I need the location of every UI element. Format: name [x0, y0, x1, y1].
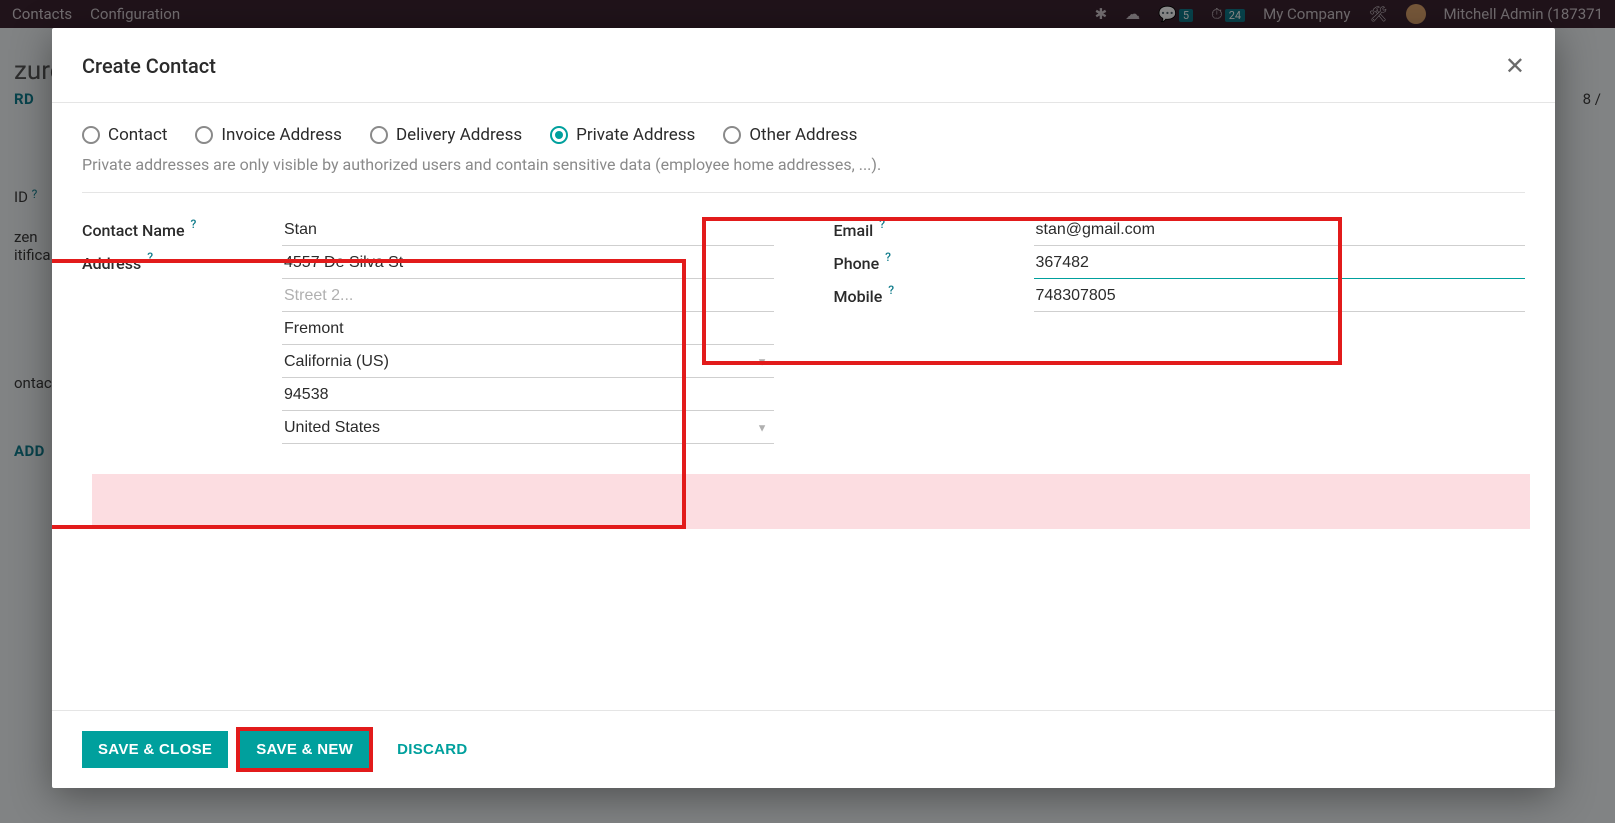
modal-footer: SAVE & CLOSE SAVE & NEW DISCARD [52, 710, 1555, 788]
help-icon[interactable]: ? [888, 283, 894, 297]
help-icon[interactable]: ? [191, 217, 197, 231]
street2-input[interactable] [282, 279, 774, 312]
help-icon[interactable]: ? [879, 217, 885, 231]
help-icon[interactable]: ? [885, 250, 891, 264]
pink-strip [92, 474, 1530, 529]
email-input[interactable] [1034, 213, 1526, 246]
left-column: Contact Name? Address? ▼ [82, 213, 774, 444]
create-contact-modal: Create Contact ✕ Contact Invoice Address… [52, 28, 1555, 788]
phone-input[interactable] [1034, 246, 1526, 279]
label-mobile: Mobile [834, 287, 883, 306]
street-input[interactable] [282, 246, 774, 279]
mobile-input[interactable] [1034, 279, 1526, 312]
state-select[interactable] [282, 345, 774, 378]
contact-name-input[interactable] [282, 213, 774, 246]
save-close-button[interactable]: SAVE & CLOSE [82, 731, 228, 768]
help-icon[interactable]: ? [147, 250, 153, 264]
radio-delivery-address[interactable]: Delivery Address [370, 125, 522, 145]
label-phone: Phone [834, 254, 880, 273]
divider [82, 192, 1525, 193]
modal-body: Contact Invoice Address Delivery Address… [52, 103, 1555, 710]
country-select[interactable] [282, 411, 774, 444]
radio-invoice-address[interactable]: Invoice Address [195, 125, 342, 145]
modal-title: Create Contact [82, 54, 216, 78]
save-new-button[interactable]: SAVE & NEW [240, 731, 369, 768]
modal-header: Create Contact ✕ [52, 28, 1555, 103]
label-address: Address [82, 254, 141, 273]
right-column: Email? Phone? Mobile? [834, 213, 1526, 444]
zip-input[interactable] [282, 378, 774, 411]
radio-private-address[interactable]: Private Address [550, 125, 695, 145]
close-icon[interactable]: ✕ [1505, 54, 1525, 78]
contact-type-radios: Contact Invoice Address Delivery Address… [82, 125, 1525, 145]
radio-other-address[interactable]: Other Address [723, 125, 857, 145]
discard-button[interactable]: DISCARD [381, 731, 483, 768]
private-address-helper: Private addresses are only visible by au… [82, 155, 1525, 174]
radio-contact[interactable]: Contact [82, 125, 167, 145]
label-contact-name: Contact Name [82, 221, 185, 240]
city-input[interactable] [282, 312, 774, 345]
label-email: Email [834, 221, 874, 240]
